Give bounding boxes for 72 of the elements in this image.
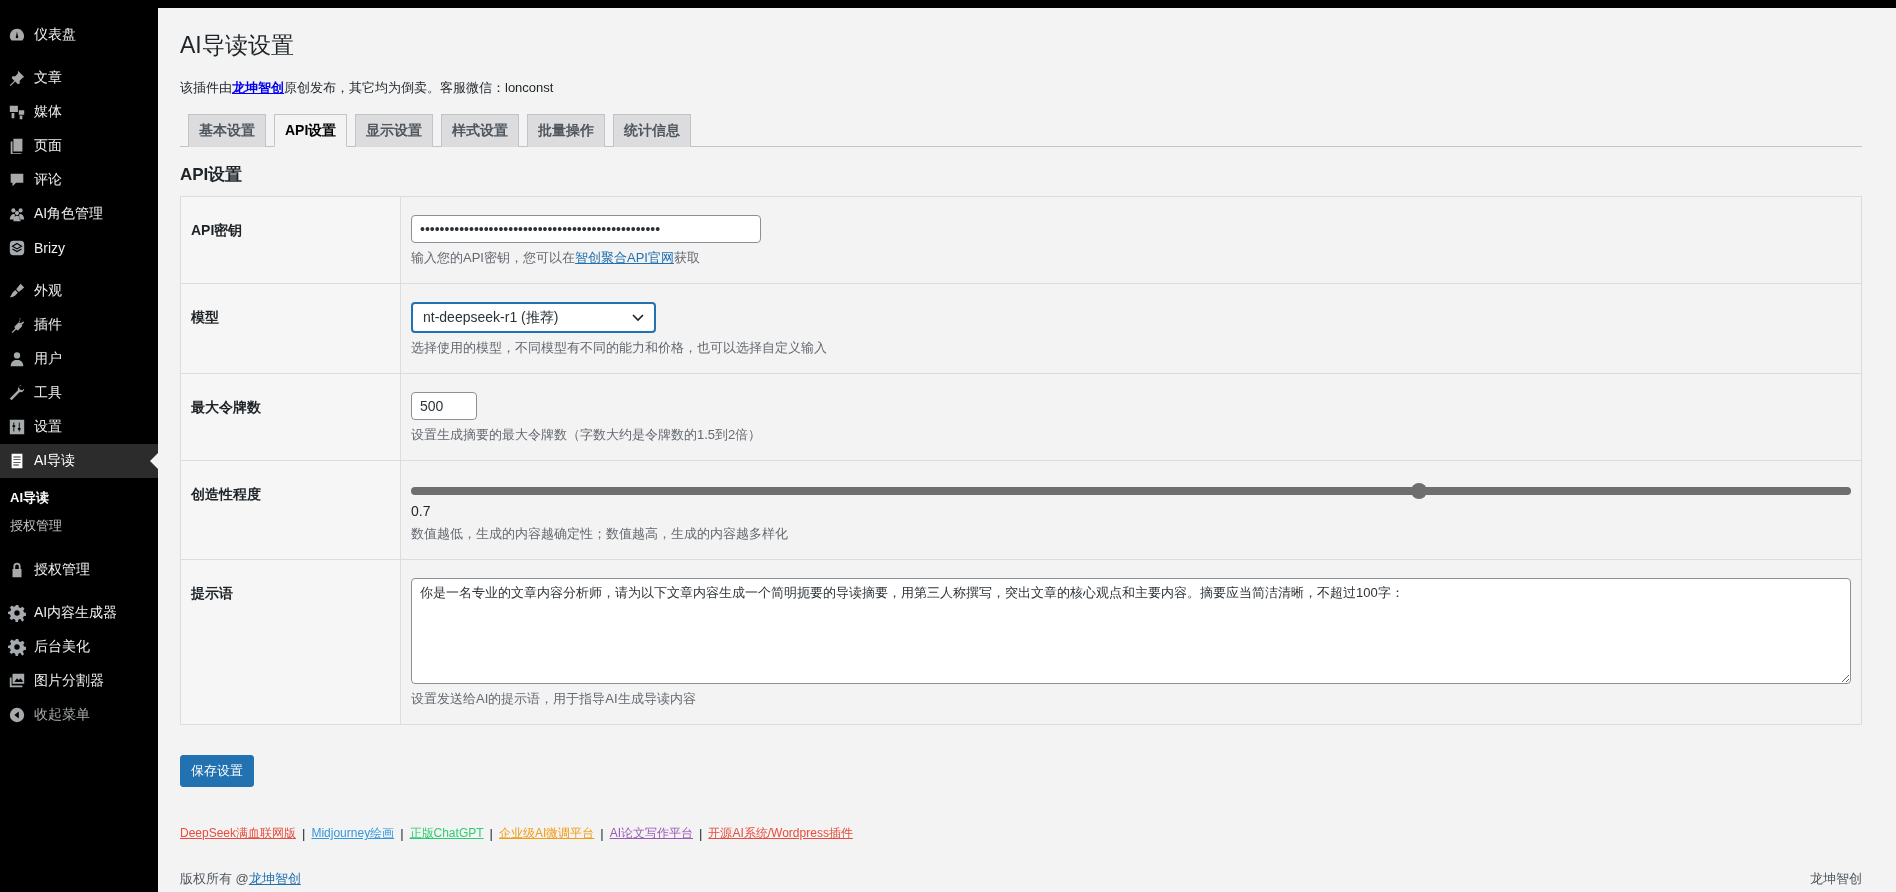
link-separator: | [302, 826, 306, 841]
field-label: 提示语 [191, 585, 233, 601]
api-key-field[interactable]: ••••••••••••••••••••••••••••••••••••••••••••••••• [411, 215, 761, 243]
sidebar-menu-item[interactable]: 后台美化 [0, 630, 158, 664]
sidebar-menu-item[interactable]: 图片分割器 [0, 664, 158, 698]
people-icon [8, 205, 26, 223]
model-select[interactable]: nt-deepseek-r1 (推荐) [411, 302, 656, 333]
chevron-down-icon [632, 313, 644, 322]
promo-link[interactable]: 开源AI系统/Wordpress插件 [708, 825, 853, 842]
settings-tab[interactable]: 统计信息 [613, 114, 692, 147]
sidebar-menu-item[interactable]: 插件 [0, 308, 158, 342]
author-link[interactable]: 龙坤智创 [232, 80, 284, 95]
max-tokens-field[interactable]: 500 [411, 392, 477, 420]
submenu-item[interactable]: AI导读 [0, 484, 158, 512]
copyright-link[interactable]: 龙坤智创 [248, 871, 301, 886]
sidebar-menu-item[interactable]: 外观 [0, 274, 158, 308]
sidebar-menu-item[interactable]: AI角色管理 [0, 197, 158, 231]
active-menu-pointer [150, 453, 158, 469]
sidebar-menu-item[interactable]: Brizy [0, 231, 158, 265]
section-title: API设置 [180, 164, 244, 186]
brush-icon [8, 282, 26, 300]
sidebar-menu-item[interactable]: 评论 [0, 163, 158, 197]
page-title: AI导读设置 [180, 31, 295, 60]
images-icon [8, 672, 26, 690]
footer-brand-text: 龙坤智创 [1810, 870, 1862, 888]
link-separator: | [400, 826, 404, 841]
field-description: 选择使用的模型，不同模型有不同的能力和价格，也可以选择自定义输入 [411, 339, 828, 357]
copyright-text: 版权所有 @龙坤智创 [180, 870, 301, 888]
field-label: 模型 [191, 309, 219, 325]
promo-link[interactable]: AI论文写作平台 [609, 825, 693, 842]
field-description: 数值越低，生成的内容越确定性；数值越高，生成的内容越多样化 [411, 525, 789, 543]
field-description: 设置发送给AI的提示语，用于指导AI生成导读内容 [411, 690, 697, 708]
user-icon [8, 350, 26, 368]
field-label: API密钥 [191, 222, 243, 238]
layers-icon [8, 239, 26, 257]
pin-icon [8, 69, 26, 87]
save-button[interactable]: 保存设置 [180, 755, 254, 787]
link-separator: | [600, 826, 604, 841]
sidebar-menu-item[interactable]: AI内容生成器 [0, 596, 158, 630]
sliders-icon [8, 418, 26, 436]
field-label: 最大令牌数 [191, 399, 261, 415]
wrench-icon [8, 384, 26, 402]
sidebar-menu-item[interactable]: AI导读 [0, 444, 158, 478]
sidebar-menu-item[interactable]: 仪表盘 [0, 18, 158, 52]
sidebar-menu-item[interactable]: 用户 [0, 342, 158, 376]
field-label: 创造性程度 [191, 486, 261, 502]
field-description: 设置生成摘要的最大令牌数（字数大约是令牌数的1.5到2倍） [411, 426, 763, 444]
gear-icon [8, 638, 26, 656]
sidebar-menu-item[interactable]: 媒体 [0, 95, 158, 129]
media-icon [8, 103, 26, 121]
sidebar-menu-item[interactable]: 文章 [0, 61, 158, 95]
settings-tab[interactable]: 显示设置 [355, 114, 434, 147]
sidebar-menu-item[interactable]: 设置 [0, 410, 158, 444]
settings-tab[interactable]: 基本设置 [188, 114, 266, 147]
submenu-item[interactable]: 授权管理 [0, 512, 158, 540]
sidebar-menu-item[interactable]: 授权管理 [0, 553, 158, 587]
link-separator: | [699, 826, 703, 841]
field-description: 输入您的API密钥，您可以在智创聚合API官网获取 [411, 249, 701, 267]
promo-link[interactable]: DeepSeek满血联网版 [180, 825, 297, 842]
website-link[interactable]: 智创聚合API官网 [574, 250, 674, 265]
sidebar-menu-item[interactable]: 页面 [0, 129, 158, 163]
plugin-notice: 该插件由龙坤智创原创发布，其它均为倒卖。客服微信：lonconst [180, 79, 555, 97]
settings-tab[interactable]: 批量操作 [527, 114, 606, 147]
prompt-textarea[interactable]: 你是一名专业的文章内容分析师，请为以下文章内容生成一个简明扼要的导读摘要，用第三人称撰写，突出文章的核心观点和主要内容。摘要应当简洁清晰，不超过100字： [411, 578, 1851, 684]
sidebar-menu-item[interactable]: 工具 [0, 376, 158, 410]
link-separator: | [489, 826, 493, 841]
sidebar-menu-item[interactable]: 收起菜单 [0, 698, 158, 732]
settings-tab[interactable]: API设置 [274, 114, 348, 147]
settings-tab[interactable]: 样式设置 [441, 114, 520, 147]
gear-icon [8, 604, 26, 622]
slider-value: 0.7 [411, 503, 432, 519]
collapse-icon [8, 706, 26, 724]
